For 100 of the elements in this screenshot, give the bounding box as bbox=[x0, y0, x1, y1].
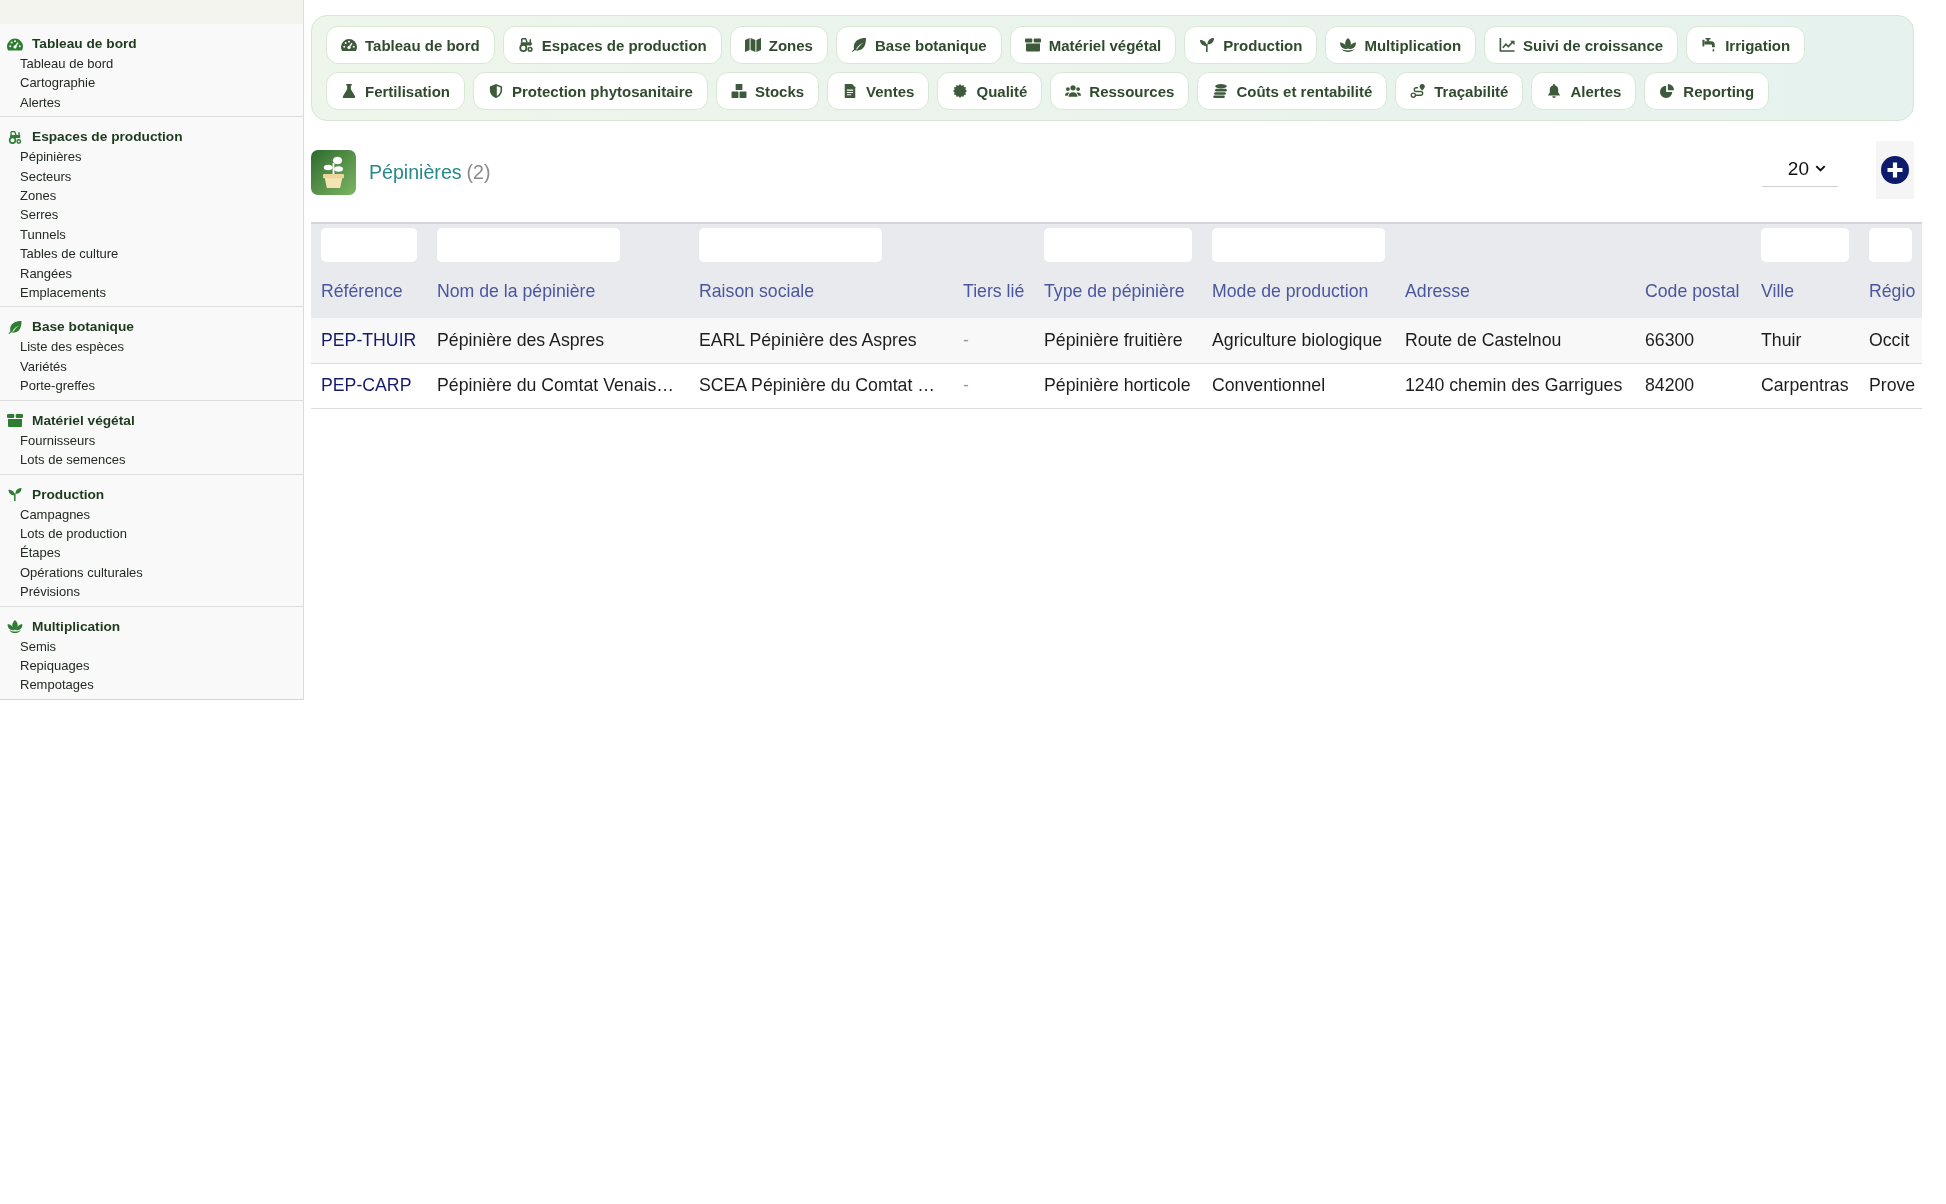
module-tab[interactable]: Protection phytosanitaire bbox=[473, 72, 708, 110]
module-tab[interactable]: Alertes bbox=[1531, 72, 1637, 110]
sidebar-item[interactable]: Pépinières bbox=[20, 147, 82, 167]
sidebar-item[interactable]: Lots de semences bbox=[20, 450, 126, 470]
table-cell: Pépinière du Comtat Venais… bbox=[427, 363, 689, 408]
module-tab[interactable]: Suivi de croissance bbox=[1484, 26, 1679, 64]
table-cell: Prove bbox=[1859, 363, 1922, 408]
table-cell: Occit bbox=[1859, 318, 1922, 363]
faucet-icon bbox=[1701, 38, 1718, 52]
module-tab[interactable]: Tableau de bord bbox=[326, 26, 495, 64]
sidebar-item[interactable]: Tunnels bbox=[20, 224, 66, 245]
module-tab[interactable]: Espaces de production bbox=[502, 26, 722, 64]
lotus-icon bbox=[7, 620, 23, 634]
module-tab[interactable]: Qualité bbox=[937, 72, 1043, 110]
module-tab[interactable]: Ventes bbox=[827, 72, 930, 110]
box-icon bbox=[1024, 38, 1041, 52]
sidebar-item[interactable]: Repiquages bbox=[20, 655, 90, 676]
sidebar-item[interactable]: Rangées bbox=[20, 263, 73, 284]
users-icon bbox=[1065, 84, 1082, 98]
sidebar-item[interactable]: Campagnes bbox=[20, 504, 91, 524]
sidebar-item[interactable]: Serres bbox=[20, 205, 59, 225]
column-header[interactable]: Ville bbox=[1751, 270, 1859, 318]
sidebar-item[interactable]: Opérations culturales bbox=[20, 562, 143, 583]
sidebar-item[interactable]: Cartographie bbox=[20, 73, 96, 93]
tractor-icon bbox=[7, 130, 23, 144]
table-cell: SCEA Pépinière du Comtat … bbox=[689, 363, 953, 408]
module-tab[interactable]: Reporting bbox=[1644, 72, 1770, 110]
gauge-icon bbox=[341, 38, 357, 52]
sidebar-item[interactable]: Liste des espèces bbox=[20, 337, 125, 357]
table-cell: EARL Pépinière des Aspres bbox=[689, 318, 953, 363]
table-cell: 1240 chemin des Garrigues bbox=[1395, 363, 1635, 408]
seedling-icon bbox=[7, 488, 23, 501]
sidebar-item[interactable]: Fournisseurs bbox=[20, 430, 96, 451]
table-cell: - bbox=[953, 318, 1034, 363]
sidebar-item[interactable]: Rempotages bbox=[20, 675, 94, 695]
reference-link[interactable]: PEP-CARP bbox=[321, 375, 412, 395]
sidebar-section-title: Matériel végétal bbox=[32, 411, 135, 430]
sidebar-item[interactable]: Semis bbox=[20, 636, 57, 656]
table-cell: Pépinière fruitière bbox=[1034, 318, 1202, 363]
sidebar-item[interactable]: Secteurs bbox=[20, 166, 72, 187]
module-tab[interactable]: Traçabilité bbox=[1395, 72, 1524, 110]
column-header[interactable]: Régio bbox=[1859, 270, 1922, 318]
record-count: (2) bbox=[466, 160, 491, 184]
page-size-select[interactable]: 20 bbox=[1762, 151, 1838, 187]
module-tab[interactable]: Base botanique bbox=[835, 26, 1002, 64]
boxes-icon bbox=[730, 84, 747, 98]
pie-chart-icon bbox=[1659, 84, 1676, 98]
module-tab[interactable]: Ressources bbox=[1050, 72, 1190, 110]
sidebar-section-title: Base botanique bbox=[32, 318, 134, 337]
sidebar-item[interactable]: Étapes bbox=[20, 543, 61, 563]
sidebar-item[interactable]: Zones bbox=[20, 186, 57, 206]
column-header[interactable]: Référence bbox=[311, 270, 427, 318]
leaf-icon bbox=[850, 38, 867, 52]
module-tab[interactable]: Irrigation bbox=[1686, 26, 1806, 64]
column-header[interactable]: Tiers lié bbox=[953, 270, 1034, 318]
reference-link[interactable]: PEP-THUIR bbox=[321, 329, 417, 350]
sidebar-section-title: Tableau de bord bbox=[32, 35, 137, 53]
table-cell: Carpentras bbox=[1751, 363, 1859, 408]
table-cell: Route de Castelnou bbox=[1395, 318, 1635, 363]
route-icon bbox=[1410, 84, 1427, 98]
column-header[interactable]: Nom de la pépinière bbox=[427, 270, 689, 318]
column-header[interactable]: Adresse bbox=[1395, 270, 1635, 318]
add-button[interactable] bbox=[1876, 141, 1914, 199]
seedling-icon bbox=[1199, 38, 1216, 52]
gauge-icon bbox=[7, 37, 23, 51]
table-cell: Pépinière des Aspres bbox=[427, 318, 689, 363]
sidebar-item[interactable]: Porte-greffes bbox=[20, 376, 95, 396]
tractor-icon bbox=[517, 38, 534, 52]
sidebar-section-title: Espaces de production bbox=[32, 128, 183, 147]
column-header[interactable]: Code postal bbox=[1635, 270, 1751, 318]
line-chart-icon bbox=[1499, 38, 1516, 52]
sidebar-item[interactable]: Prévisions bbox=[20, 582, 80, 602]
sidebar-section-title: Production bbox=[32, 485, 105, 504]
flask-icon bbox=[341, 84, 357, 98]
sidebar-item[interactable]: Lots de production bbox=[20, 523, 127, 544]
plus-icon bbox=[1881, 156, 1909, 184]
module-tab[interactable]: Multiplication bbox=[1325, 26, 1477, 64]
table-cell: 66300 bbox=[1635, 318, 1751, 363]
sidebar-item[interactable]: Variétés bbox=[20, 356, 67, 377]
plant-pot-icon bbox=[311, 149, 356, 195]
table-cell: Conventionnel bbox=[1202, 363, 1395, 408]
table-cell: - bbox=[953, 363, 1034, 408]
module-tab[interactable]: Zones bbox=[729, 26, 828, 64]
sidebar-item[interactable]: Tables de culture bbox=[20, 244, 119, 264]
module-tab[interactable]: Fertilisation bbox=[326, 72, 465, 110]
shield-icon bbox=[488, 84, 504, 98]
column-header[interactable]: Raison sociale bbox=[689, 270, 953, 318]
sidebar-item[interactable]: Alertes bbox=[20, 92, 61, 113]
module-tab[interactable]: Stocks bbox=[715, 72, 820, 110]
sidebar-section-title: Multiplication bbox=[32, 617, 121, 636]
sidebar-item[interactable]: Emplacements bbox=[20, 283, 106, 303]
module-tab[interactable]: Coûts et rentabilité bbox=[1197, 72, 1388, 110]
module-tab[interactable]: Matériel végétal bbox=[1009, 26, 1177, 64]
column-header[interactable]: Mode de production bbox=[1202, 270, 1395, 318]
sidebar-item[interactable]: Tableau de bord bbox=[20, 54, 114, 74]
table-cell: Pépinière horticole bbox=[1034, 363, 1202, 408]
leaf-icon bbox=[7, 320, 23, 334]
column-header[interactable]: Type de pépinière bbox=[1034, 270, 1202, 318]
module-tab[interactable]: Production bbox=[1184, 26, 1318, 64]
table-cell: 84200 bbox=[1635, 363, 1751, 408]
